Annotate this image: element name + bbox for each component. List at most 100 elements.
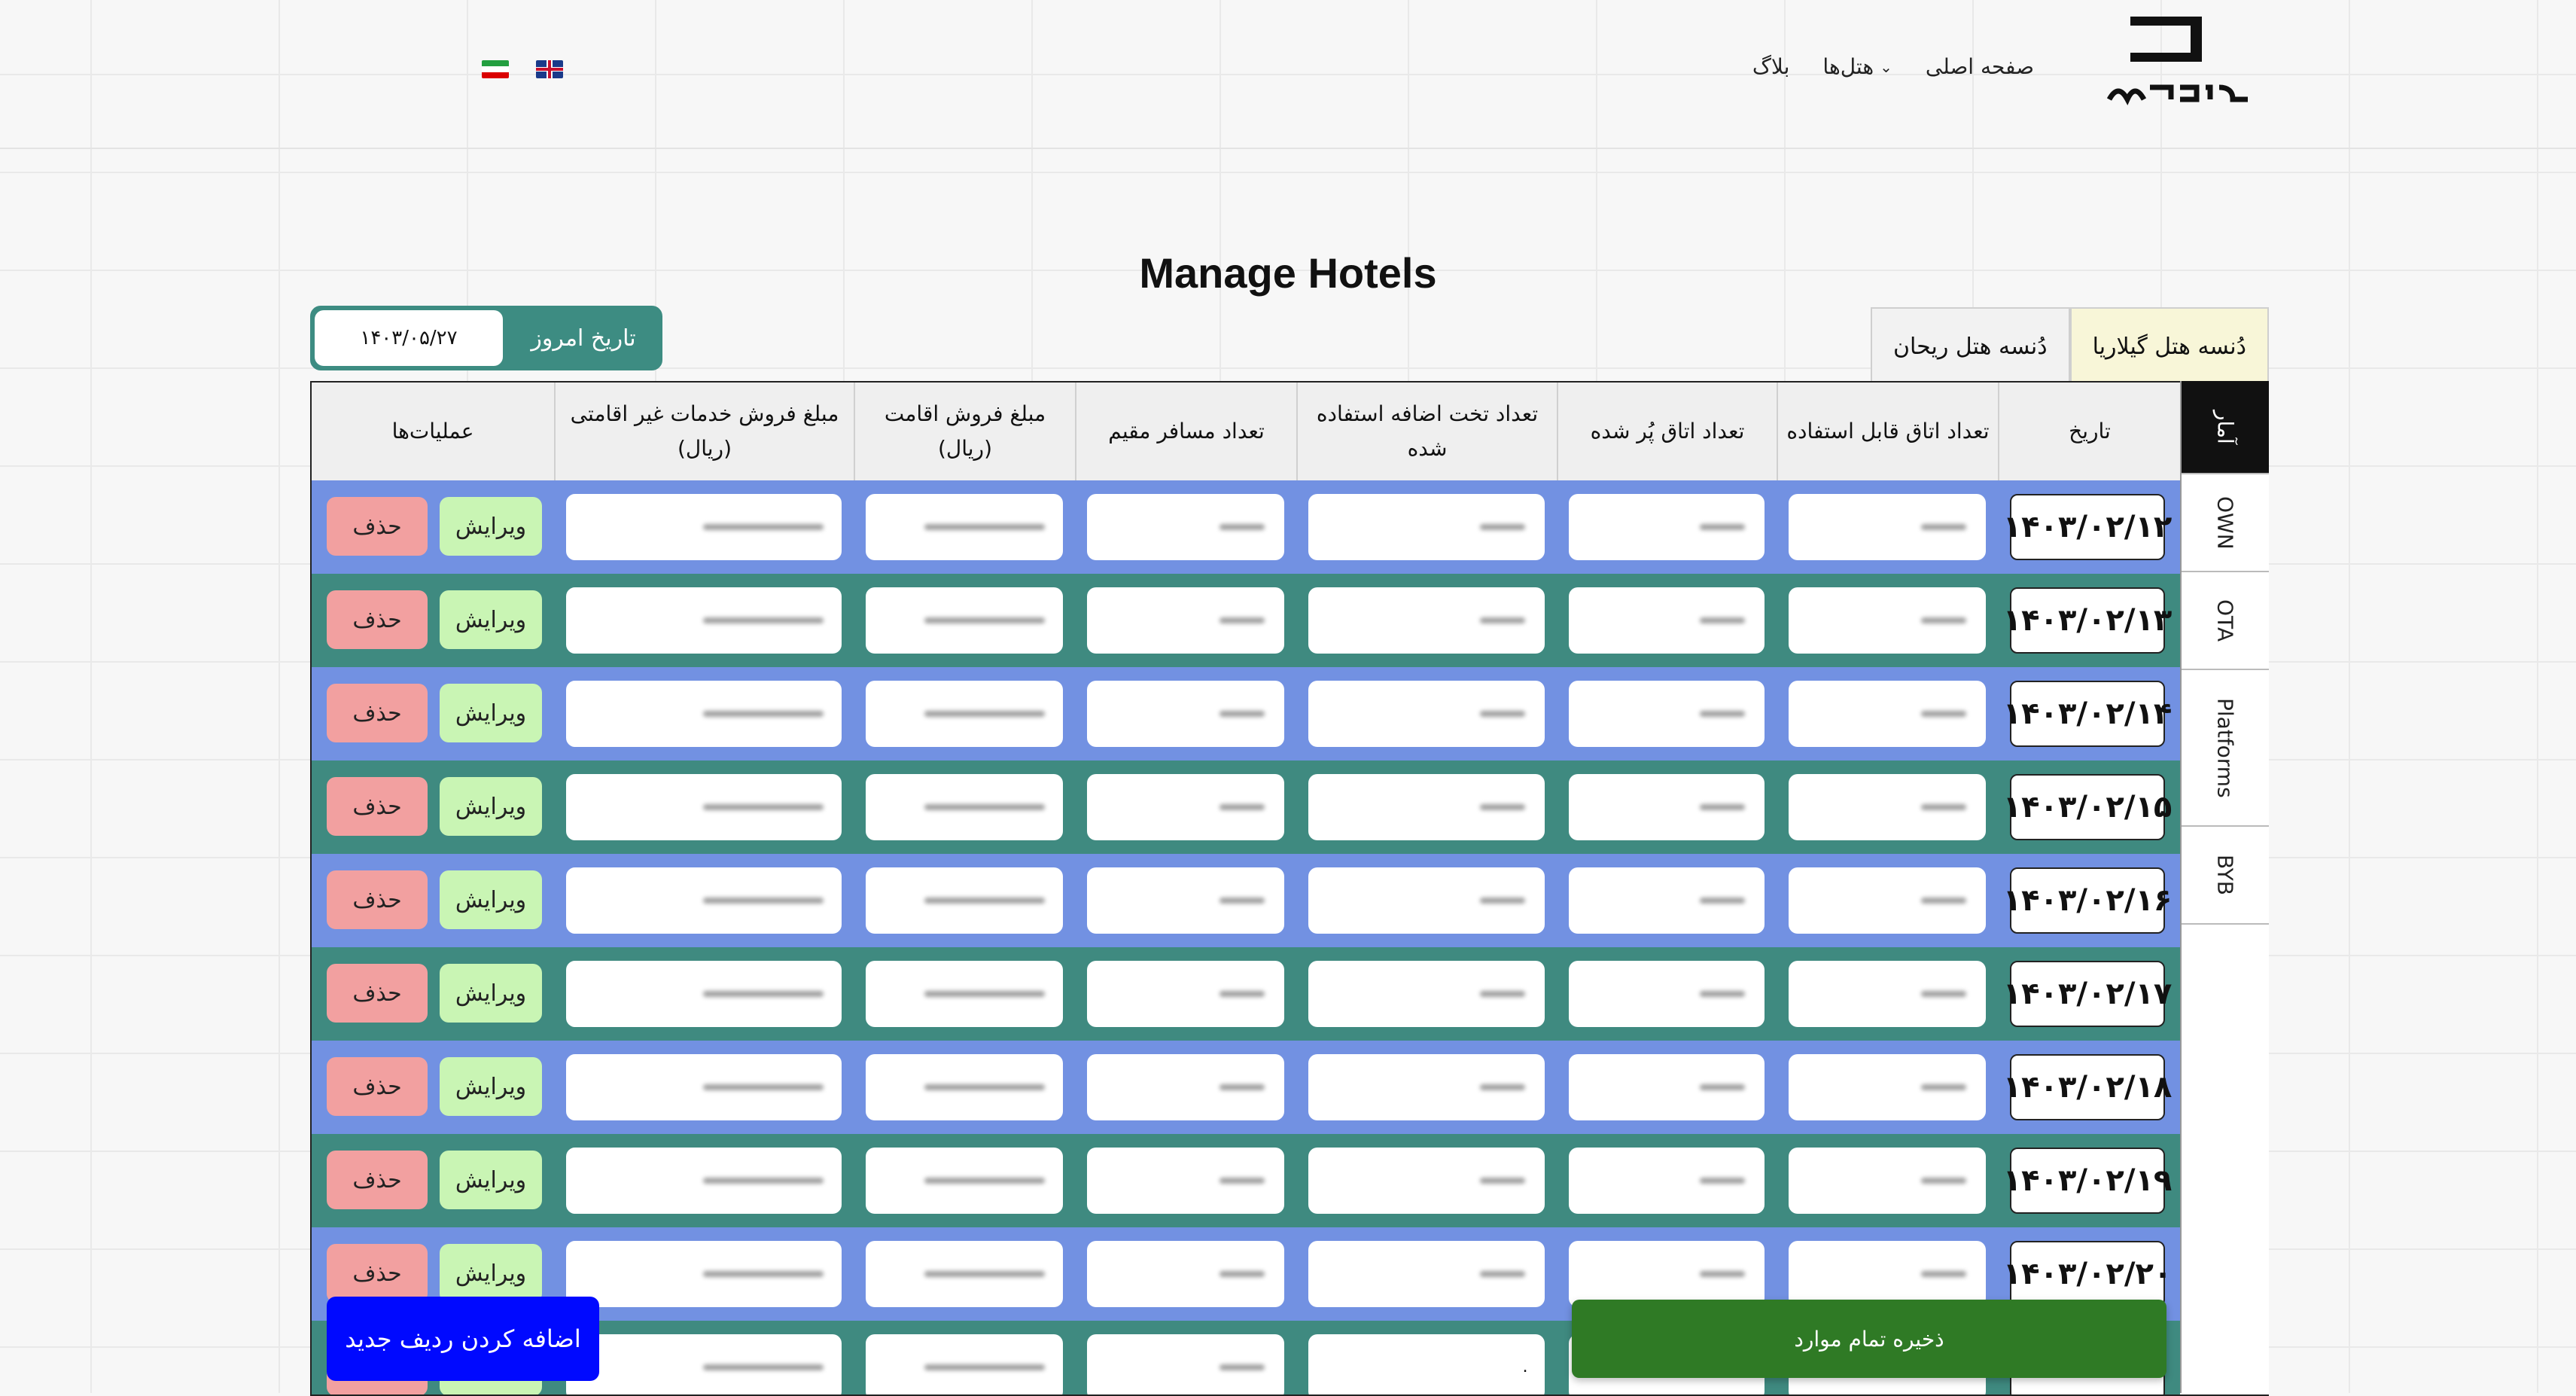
filled-rooms-input[interactable] <box>1569 774 1765 840</box>
stay-sales-input[interactable] <box>866 1334 1063 1394</box>
stay-sales-input[interactable] <box>866 494 1063 560</box>
stay-sales-input[interactable] <box>866 1241 1063 1307</box>
tab-hotel-gilaria[interactable]: دُنسه هتل گیلاریا <box>2069 307 2269 384</box>
available-rooms-input[interactable] <box>1789 587 1986 654</box>
non-stay-sales-input[interactable] <box>566 1148 842 1214</box>
side-tab-stats[interactable]: آمار <box>2182 381 2269 474</box>
stay-sales-input[interactable] <box>866 961 1063 1027</box>
edit-button[interactable]: ویرایش <box>440 870 542 929</box>
nav-hotels[interactable]: هتل‌ها ⌄ <box>1822 54 1892 79</box>
non-stay-sales-input[interactable] <box>566 774 842 840</box>
delete-button[interactable]: حذف <box>327 1151 428 1209</box>
side-tab-own[interactable]: OWN <box>2182 474 2269 572</box>
resident-guests-input[interactable] <box>1087 867 1284 934</box>
resident-guests-input[interactable] <box>1087 961 1284 1027</box>
stay-sales-input[interactable] <box>866 867 1063 934</box>
extra-beds-input[interactable] <box>1308 961 1545 1027</box>
resident-guests-input[interactable] <box>1087 681 1284 747</box>
delete-button[interactable]: حذف <box>327 590 428 649</box>
available-rooms-input[interactable] <box>1789 1148 1986 1214</box>
edit-button[interactable]: ویرایش <box>440 684 542 742</box>
extra-beds-input[interactable] <box>1308 867 1545 934</box>
nav-home[interactable]: صفحه اصلی <box>1926 54 2034 79</box>
edit-button[interactable]: ویرایش <box>440 1151 542 1209</box>
stay-sales-input[interactable] <box>866 1148 1063 1214</box>
row-date[interactable]: ۱۴۰۳/۰۲/۲۰ <box>2003 1241 2172 1307</box>
available-rooms-input[interactable] <box>1789 774 1986 840</box>
available-rooms-input[interactable] <box>1789 494 1986 560</box>
add-row-button[interactable]: اضافه کردن ردیف جدید <box>327 1297 599 1381</box>
edit-button[interactable]: ویرایش <box>440 497 542 556</box>
extra-beds-input[interactable] <box>1308 494 1545 560</box>
row-date[interactable]: ۱۴۰۳/۰۲/۱۶ <box>2003 867 2172 934</box>
row-date[interactable]: ۱۴۰۳/۰۲/۱۲ <box>2003 494 2172 560</box>
non-stay-sales-input[interactable] <box>566 681 842 747</box>
non-stay-sales-input[interactable] <box>566 961 842 1027</box>
extra-beds-input[interactable] <box>1308 774 1545 840</box>
extra-beds-input[interactable] <box>1308 587 1545 654</box>
today-date-value[interactable]: ۱۴۰۳/۰۵/۲۷ <box>315 310 503 366</box>
filled-rooms-input[interactable] <box>1569 1054 1765 1120</box>
row-date[interactable]: ۱۴۰۳/۰۲/۱۹ <box>2003 1148 2172 1214</box>
stay-sales-input[interactable] <box>866 1054 1063 1120</box>
tab-hotel-reyhan[interactable]: دُنسه هتل ریحان <box>1870 307 2070 384</box>
fa-flag-icon[interactable] <box>482 60 509 78</box>
extra-beds-input[interactable] <box>1308 1148 1545 1214</box>
edit-button[interactable]: ویرایش <box>440 590 542 649</box>
stay-sales-input[interactable] <box>866 587 1063 654</box>
delete-button[interactable]: حذف <box>327 1244 428 1303</box>
non-stay-sales-input[interactable] <box>566 1241 842 1307</box>
row-date[interactable]: ۱۴۰۳/۰۲/۱۴ <box>2003 681 2172 747</box>
extra-beds-input[interactable]: ۰ <box>1308 1334 1545 1394</box>
filled-rooms-input[interactable] <box>1569 494 1765 560</box>
available-rooms-input[interactable] <box>1789 1241 1986 1307</box>
stay-sales-input[interactable] <box>866 774 1063 840</box>
en-flag-icon[interactable] <box>536 60 563 78</box>
filled-rooms-input[interactable] <box>1569 1241 1765 1307</box>
resident-guests-input[interactable] <box>1087 494 1284 560</box>
extra-beds-input[interactable] <box>1308 1054 1545 1120</box>
delete-button[interactable]: حذف <box>327 684 428 742</box>
non-stay-sales-input[interactable] <box>566 867 842 934</box>
delete-button[interactable]: حذف <box>327 870 428 929</box>
available-rooms-input[interactable] <box>1789 1054 1986 1120</box>
row-date[interactable]: ۱۴۰۳/۰۲/۱۷ <box>2003 961 2172 1027</box>
edit-button[interactable]: ویرایش <box>440 964 542 1023</box>
delete-button[interactable]: حذف <box>327 1057 428 1116</box>
resident-guests-input[interactable] <box>1087 1054 1284 1120</box>
non-stay-sales-input[interactable] <box>566 1054 842 1120</box>
save-all-button[interactable]: ذخیره تمام موارد <box>1572 1300 2166 1378</box>
side-tab-ota[interactable]: OTA <box>2182 572 2269 670</box>
delete-button[interactable]: حذف <box>327 964 428 1023</box>
edit-button[interactable]: ویرایش <box>440 777 542 836</box>
stay-sales-input[interactable] <box>866 681 1063 747</box>
filled-rooms-input[interactable] <box>1569 1148 1765 1214</box>
edit-button[interactable]: ویرایش <box>440 1057 542 1116</box>
brand-logo[interactable] <box>2100 11 2258 108</box>
delete-button[interactable]: حذف <box>327 497 428 556</box>
filled-rooms-input[interactable] <box>1569 961 1765 1027</box>
filled-rooms-input[interactable] <box>1569 681 1765 747</box>
resident-guests-input[interactable] <box>1087 1241 1284 1307</box>
filled-rooms-input[interactable] <box>1569 587 1765 654</box>
nav-blog[interactable]: بلاگ <box>1752 54 1790 79</box>
filled-rooms-input[interactable] <box>1569 867 1765 934</box>
resident-guests-input[interactable] <box>1087 774 1284 840</box>
row-date[interactable]: ۱۴۰۳/۰۲/۱۳ <box>2003 587 2172 654</box>
non-stay-sales-input[interactable] <box>566 1334 842 1394</box>
delete-button[interactable]: حذف <box>327 777 428 836</box>
extra-beds-input[interactable] <box>1308 681 1545 747</box>
resident-guests-input[interactable] <box>1087 1148 1284 1214</box>
row-date[interactable]: ۱۴۰۳/۰۲/۱۵ <box>2003 774 2172 840</box>
extra-beds-input[interactable] <box>1308 1241 1545 1307</box>
resident-guests-input[interactable] <box>1087 587 1284 654</box>
non-stay-sales-input[interactable] <box>566 587 842 654</box>
resident-guests-input[interactable] <box>1087 1334 1284 1394</box>
edit-button[interactable]: ویرایش <box>440 1244 542 1303</box>
non-stay-sales-input[interactable] <box>566 494 842 560</box>
side-tab-platforms[interactable]: Platforms <box>2182 670 2269 827</box>
row-date[interactable]: ۱۴۰۳/۰۲/۱۸ <box>2003 1054 2172 1120</box>
available-rooms-input[interactable] <box>1789 867 1986 934</box>
available-rooms-input[interactable] <box>1789 961 1986 1027</box>
side-tab-byb[interactable]: BYB <box>2182 827 2269 925</box>
